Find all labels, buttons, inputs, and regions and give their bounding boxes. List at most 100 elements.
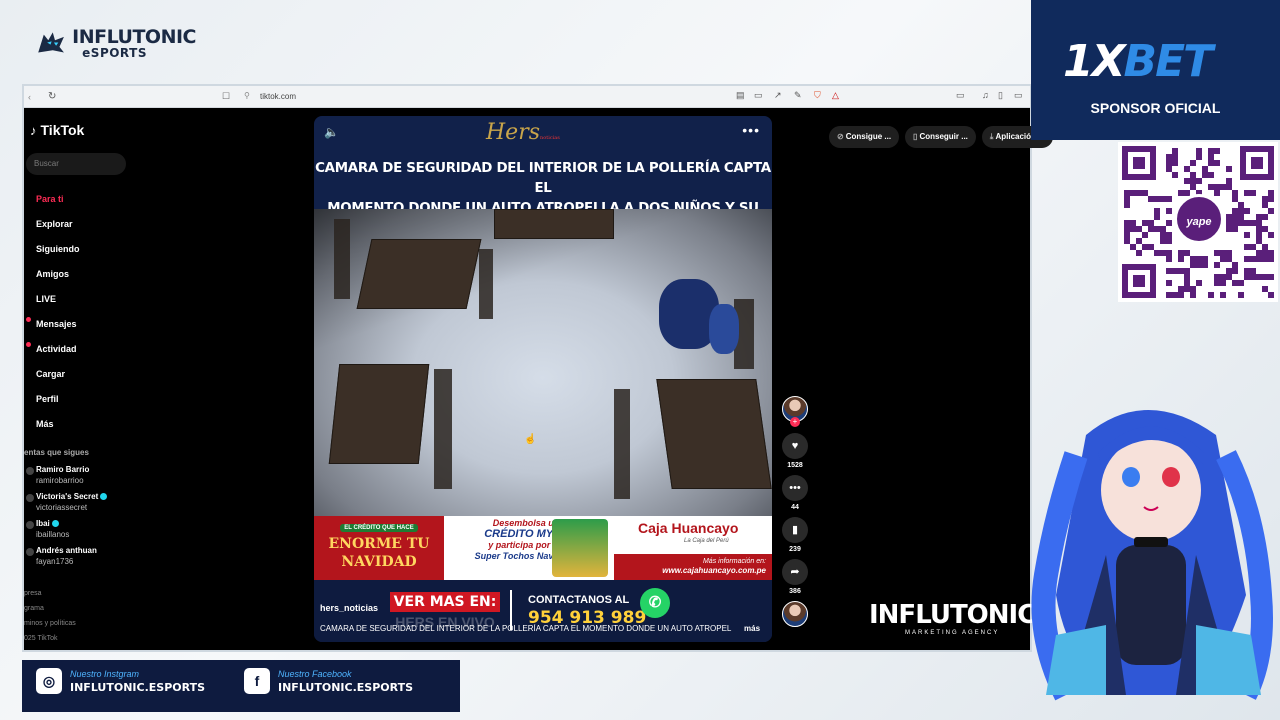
video-player[interactable]: 🔈 Hersnoticias ••• CAMARA DE SEGURIDAD D… — [314, 116, 772, 642]
qr-module — [1250, 190, 1256, 196]
nav-label: Explorar — [36, 218, 73, 229]
back-icon[interactable]: ‹ — [28, 92, 40, 102]
sound-avatar[interactable] — [780, 601, 810, 627]
qr-module — [1226, 250, 1232, 256]
qr-module — [1196, 154, 1202, 160]
watermark-title: INFLUTONIC — [869, 600, 1036, 630]
sidebar-toggle-icon[interactable]: ▭ — [956, 90, 965, 101]
video-description: CAMARA DE SEGURIDAD DEL INTERIOR DE LA P… — [320, 624, 732, 633]
share-button[interactable]: ➦ 386 — [780, 559, 810, 595]
nav-item-amigos[interactable]: Amigos — [24, 261, 144, 286]
nav-item-live[interactable]: LIVE — [24, 286, 144, 311]
qr-finder — [1240, 146, 1274, 180]
qr-module — [1136, 238, 1142, 244]
screenshot-icon[interactable]: ▭ — [754, 90, 763, 101]
save-button[interactable]: ▮ 239 — [780, 517, 810, 553]
qr-module — [1148, 226, 1154, 232]
qr-module — [1154, 250, 1160, 256]
instagram-link[interactable]: ◎ Nuestro Instgram INFLUTONIC.ESPORTS — [36, 668, 205, 694]
sound-icon[interactable]: 🔈 — [324, 125, 339, 139]
qr-module — [1256, 226, 1262, 232]
qr-module — [1232, 196, 1238, 202]
hers-logo-sub: noticias — [540, 135, 560, 141]
edit-icon[interactable]: ✎ — [794, 90, 802, 101]
verified-icon — [100, 493, 108, 501]
nav-item-actividad[interactable]: Actividad — [24, 336, 144, 361]
bookmark-icon[interactable]: ☐ — [222, 91, 230, 102]
search-input[interactable]: Buscar — [26, 153, 126, 175]
qr-module — [1250, 256, 1256, 262]
address-bar[interactable]: tiktok.com — [260, 92, 296, 101]
nav-item-cargar[interactable]: Cargar — [24, 361, 144, 386]
qr-module — [1142, 190, 1148, 196]
window-icon[interactable]: ▭ — [1014, 90, 1023, 101]
qr-module — [1244, 274, 1250, 280]
menu-icon[interactable]: ▯ — [998, 90, 1003, 101]
social-caption: Nuestro Instgram — [70, 669, 140, 679]
nav-label: Actividad — [36, 343, 77, 354]
qr-grid: yape — [1122, 146, 1274, 298]
nav-item-perfil[interactable]: Perfil — [24, 386, 144, 411]
site-info-icon[interactable]: ⚲ — [244, 91, 250, 100]
qr-module — [1154, 208, 1160, 214]
nav-item-siguiendo[interactable]: Siguiendo — [24, 236, 144, 261]
comment-button[interactable]: ••• 44 — [780, 475, 810, 511]
footer-link[interactable]: presa — [24, 586, 76, 601]
qr-module — [1178, 268, 1184, 274]
ad-info-url: www.cajahuancayo.com.pe — [662, 566, 766, 575]
video-author[interactable]: hers_noticias — [320, 603, 378, 613]
like-button[interactable]: ♥ 1528 — [780, 433, 810, 469]
bookmark-icon: ▮ — [782, 517, 808, 543]
qr-module — [1166, 166, 1172, 172]
qr-module — [1160, 238, 1166, 244]
yape-logo: yape — [1174, 194, 1224, 244]
following-item[interactable]: Victoria's Secret victoriassecret — [24, 491, 144, 518]
facebook-link[interactable]: f Nuestro Facebook INFLUTONIC.ESPORTS — [244, 668, 413, 694]
following-item[interactable]: Ibai ibaillanos — [24, 518, 144, 545]
mouse-cursor-icon: ☝ — [524, 434, 537, 445]
nav-item-mas[interactable]: Más — [24, 411, 144, 436]
nav-item-para-ti[interactable]: Para ti — [24, 186, 144, 211]
tab-consigue[interactable]: ⊘ Consigue ... — [829, 126, 900, 148]
more-options-icon[interactable]: ••• — [742, 122, 760, 138]
qr-module — [1214, 274, 1220, 280]
follow-plus-icon[interactable]: + — [790, 417, 800, 427]
tiktok-logo[interactable]: ♪ TikTok — [30, 122, 84, 138]
qr-module — [1238, 220, 1244, 226]
ad-title: ENORME TU — [328, 536, 430, 552]
tab-conseguir[interactable]: ▯ Conseguir ... — [905, 126, 976, 148]
following-item[interactable]: Ramiro Barrio ramirobarrioo — [24, 464, 144, 491]
rewards-icon[interactable]: △ — [832, 90, 839, 101]
qr-module — [1262, 250, 1268, 256]
creator-avatar[interactable]: + — [780, 396, 810, 427]
brave-shield-icon[interactable]: ⛉ — [814, 90, 821, 101]
share-icon[interactable]: ↗ — [774, 90, 782, 101]
table — [656, 379, 772, 489]
nav-item-explorar[interactable]: Explorar — [24, 211, 144, 236]
qr-module — [1166, 220, 1172, 226]
qr-module — [1154, 214, 1160, 220]
qr-module — [1220, 184, 1226, 190]
qr-module — [1262, 226, 1268, 232]
like-count: 1528 — [787, 462, 803, 469]
footer-link[interactable]: grama — [24, 601, 76, 616]
qr-module — [1184, 274, 1190, 280]
nav-item-mensajes[interactable]: Mensajes — [24, 311, 144, 336]
qr-module — [1268, 274, 1274, 280]
see-more-link[interactable]: más — [744, 624, 760, 633]
qr-module — [1166, 154, 1172, 160]
ad-banner[interactable]: EL CRÉDITO QUE HACE ENORME TU NAVIDAD De… — [314, 516, 772, 580]
qr-module — [1166, 268, 1172, 274]
qr-module — [1214, 160, 1220, 166]
reader-icon[interactable]: ▤ — [736, 90, 745, 101]
following-username: victoriassecret — [36, 503, 88, 512]
share-arrow-icon: ➦ — [782, 559, 808, 585]
footer-link[interactable]: minos y políticas — [24, 616, 76, 631]
music-icon[interactable]: ♫ — [982, 90, 989, 100]
qr-module — [1268, 256, 1274, 262]
reload-icon[interactable]: ↻ — [48, 91, 60, 102]
chair — [334, 219, 350, 299]
qr-module — [1256, 220, 1262, 226]
qr-module — [1154, 226, 1160, 232]
following-item[interactable]: Andrés anthuan fayan1736 — [24, 545, 144, 572]
